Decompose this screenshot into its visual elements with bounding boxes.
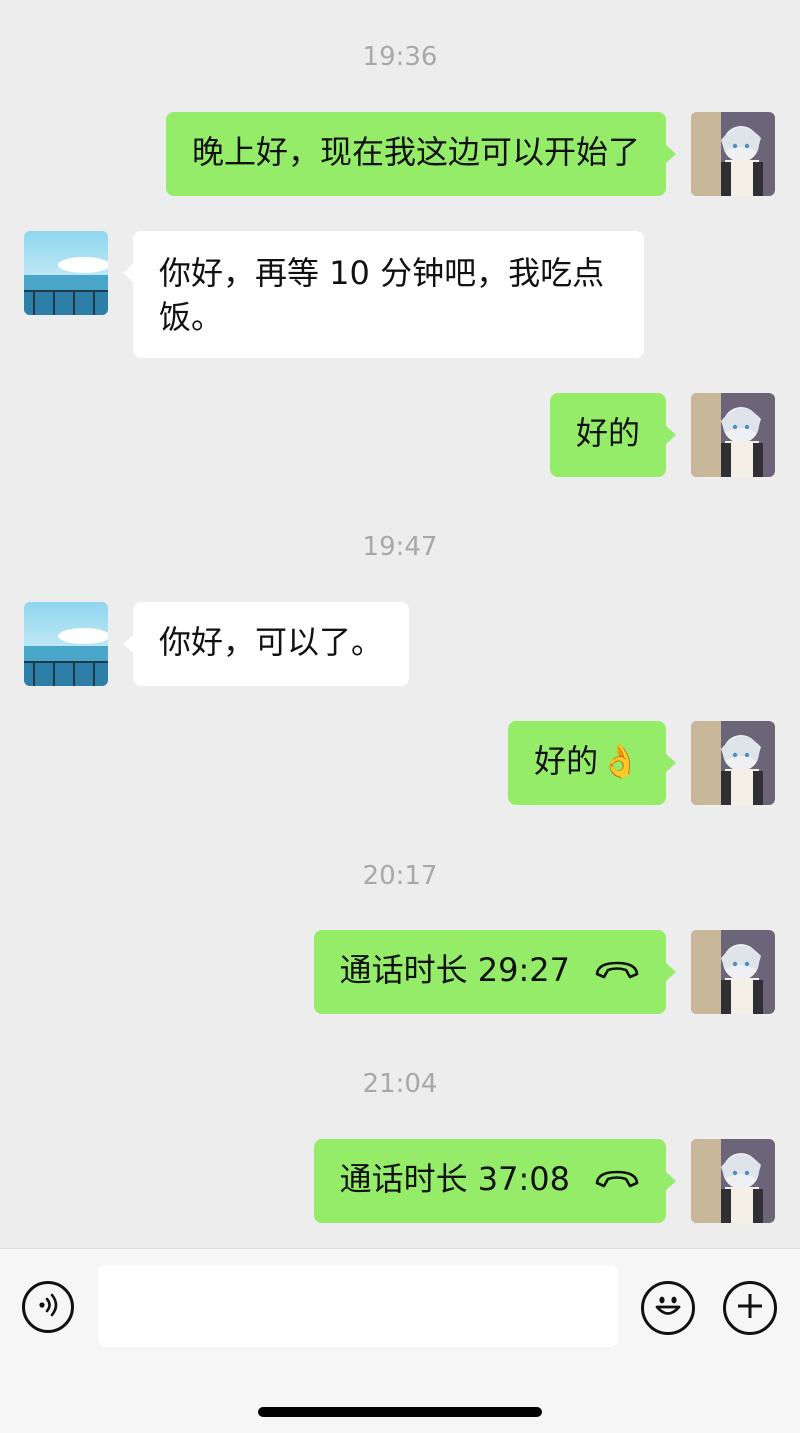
call-record-bubble[interactable]: 通话时长 37:08 [313, 1139, 677, 1223]
my-avatar[interactable] [691, 721, 775, 805]
message-text: 好的 [575, 414, 640, 452]
timestamp: 19:47 [362, 532, 438, 562]
message-bubble-sent[interactable]: 好的 [549, 393, 677, 477]
contact-avatar[interactable] [24, 231, 108, 315]
my-avatar[interactable] [691, 1139, 775, 1223]
message-text: 你好，可以了。 [159, 623, 384, 661]
phone-hangup-icon [594, 1157, 640, 1201]
timestamp: 21:04 [362, 1069, 438, 1099]
input-bar [0, 1248, 800, 1433]
call-duration-text: 通话时长 29:27 [339, 951, 570, 989]
message-bubble-sent[interactable]: 晚上好，现在我这边可以开始了 [165, 112, 677, 196]
message-text: 晚上好，现在我这边可以开始了 [191, 133, 640, 171]
voice-icon [33, 1290, 63, 1324]
home-indicator[interactable] [258, 1407, 542, 1417]
message-bubble-received[interactable]: 你好，可以了。 [122, 602, 410, 686]
message-bubble-sent[interactable]: 好的👌 [508, 721, 676, 805]
contact-avatar[interactable] [24, 602, 108, 686]
my-avatar[interactable] [691, 930, 775, 1014]
emoji-icon [650, 1288, 686, 1328]
message-bubble-received[interactable]: 你好，再等 10 分钟吧，我吃点 饭。 [123, 231, 644, 358]
more-button[interactable] [723, 1281, 777, 1335]
message-input[interactable] [98, 1265, 618, 1347]
ok-hand-emoji: 👌 [600, 742, 640, 780]
emoji-button[interactable] [641, 1281, 695, 1335]
phone-hangup-icon [594, 948, 640, 992]
timestamp: 20:17 [362, 861, 438, 891]
message-text-line: 饭。 [159, 298, 224, 336]
message-text-line: 你好，再等 10 分钟吧，我吃点 [159, 254, 605, 292]
voice-input-button[interactable] [22, 1281, 74, 1333]
message-text: 好的 [534, 742, 599, 780]
call-duration-text: 通话时长 37:08 [339, 1160, 570, 1198]
plus-icon [735, 1291, 765, 1325]
timestamp: 19:36 [362, 42, 438, 72]
my-avatar[interactable] [691, 112, 775, 196]
call-record-bubble[interactable]: 通话时长 29:27 [313, 930, 677, 1014]
my-avatar[interactable] [691, 393, 775, 477]
chat-screen: 19:36 晚上好，现在我这边可以开始了 你好，再等 10 分钟吧，我吃点 饭。… [0, 0, 800, 1433]
